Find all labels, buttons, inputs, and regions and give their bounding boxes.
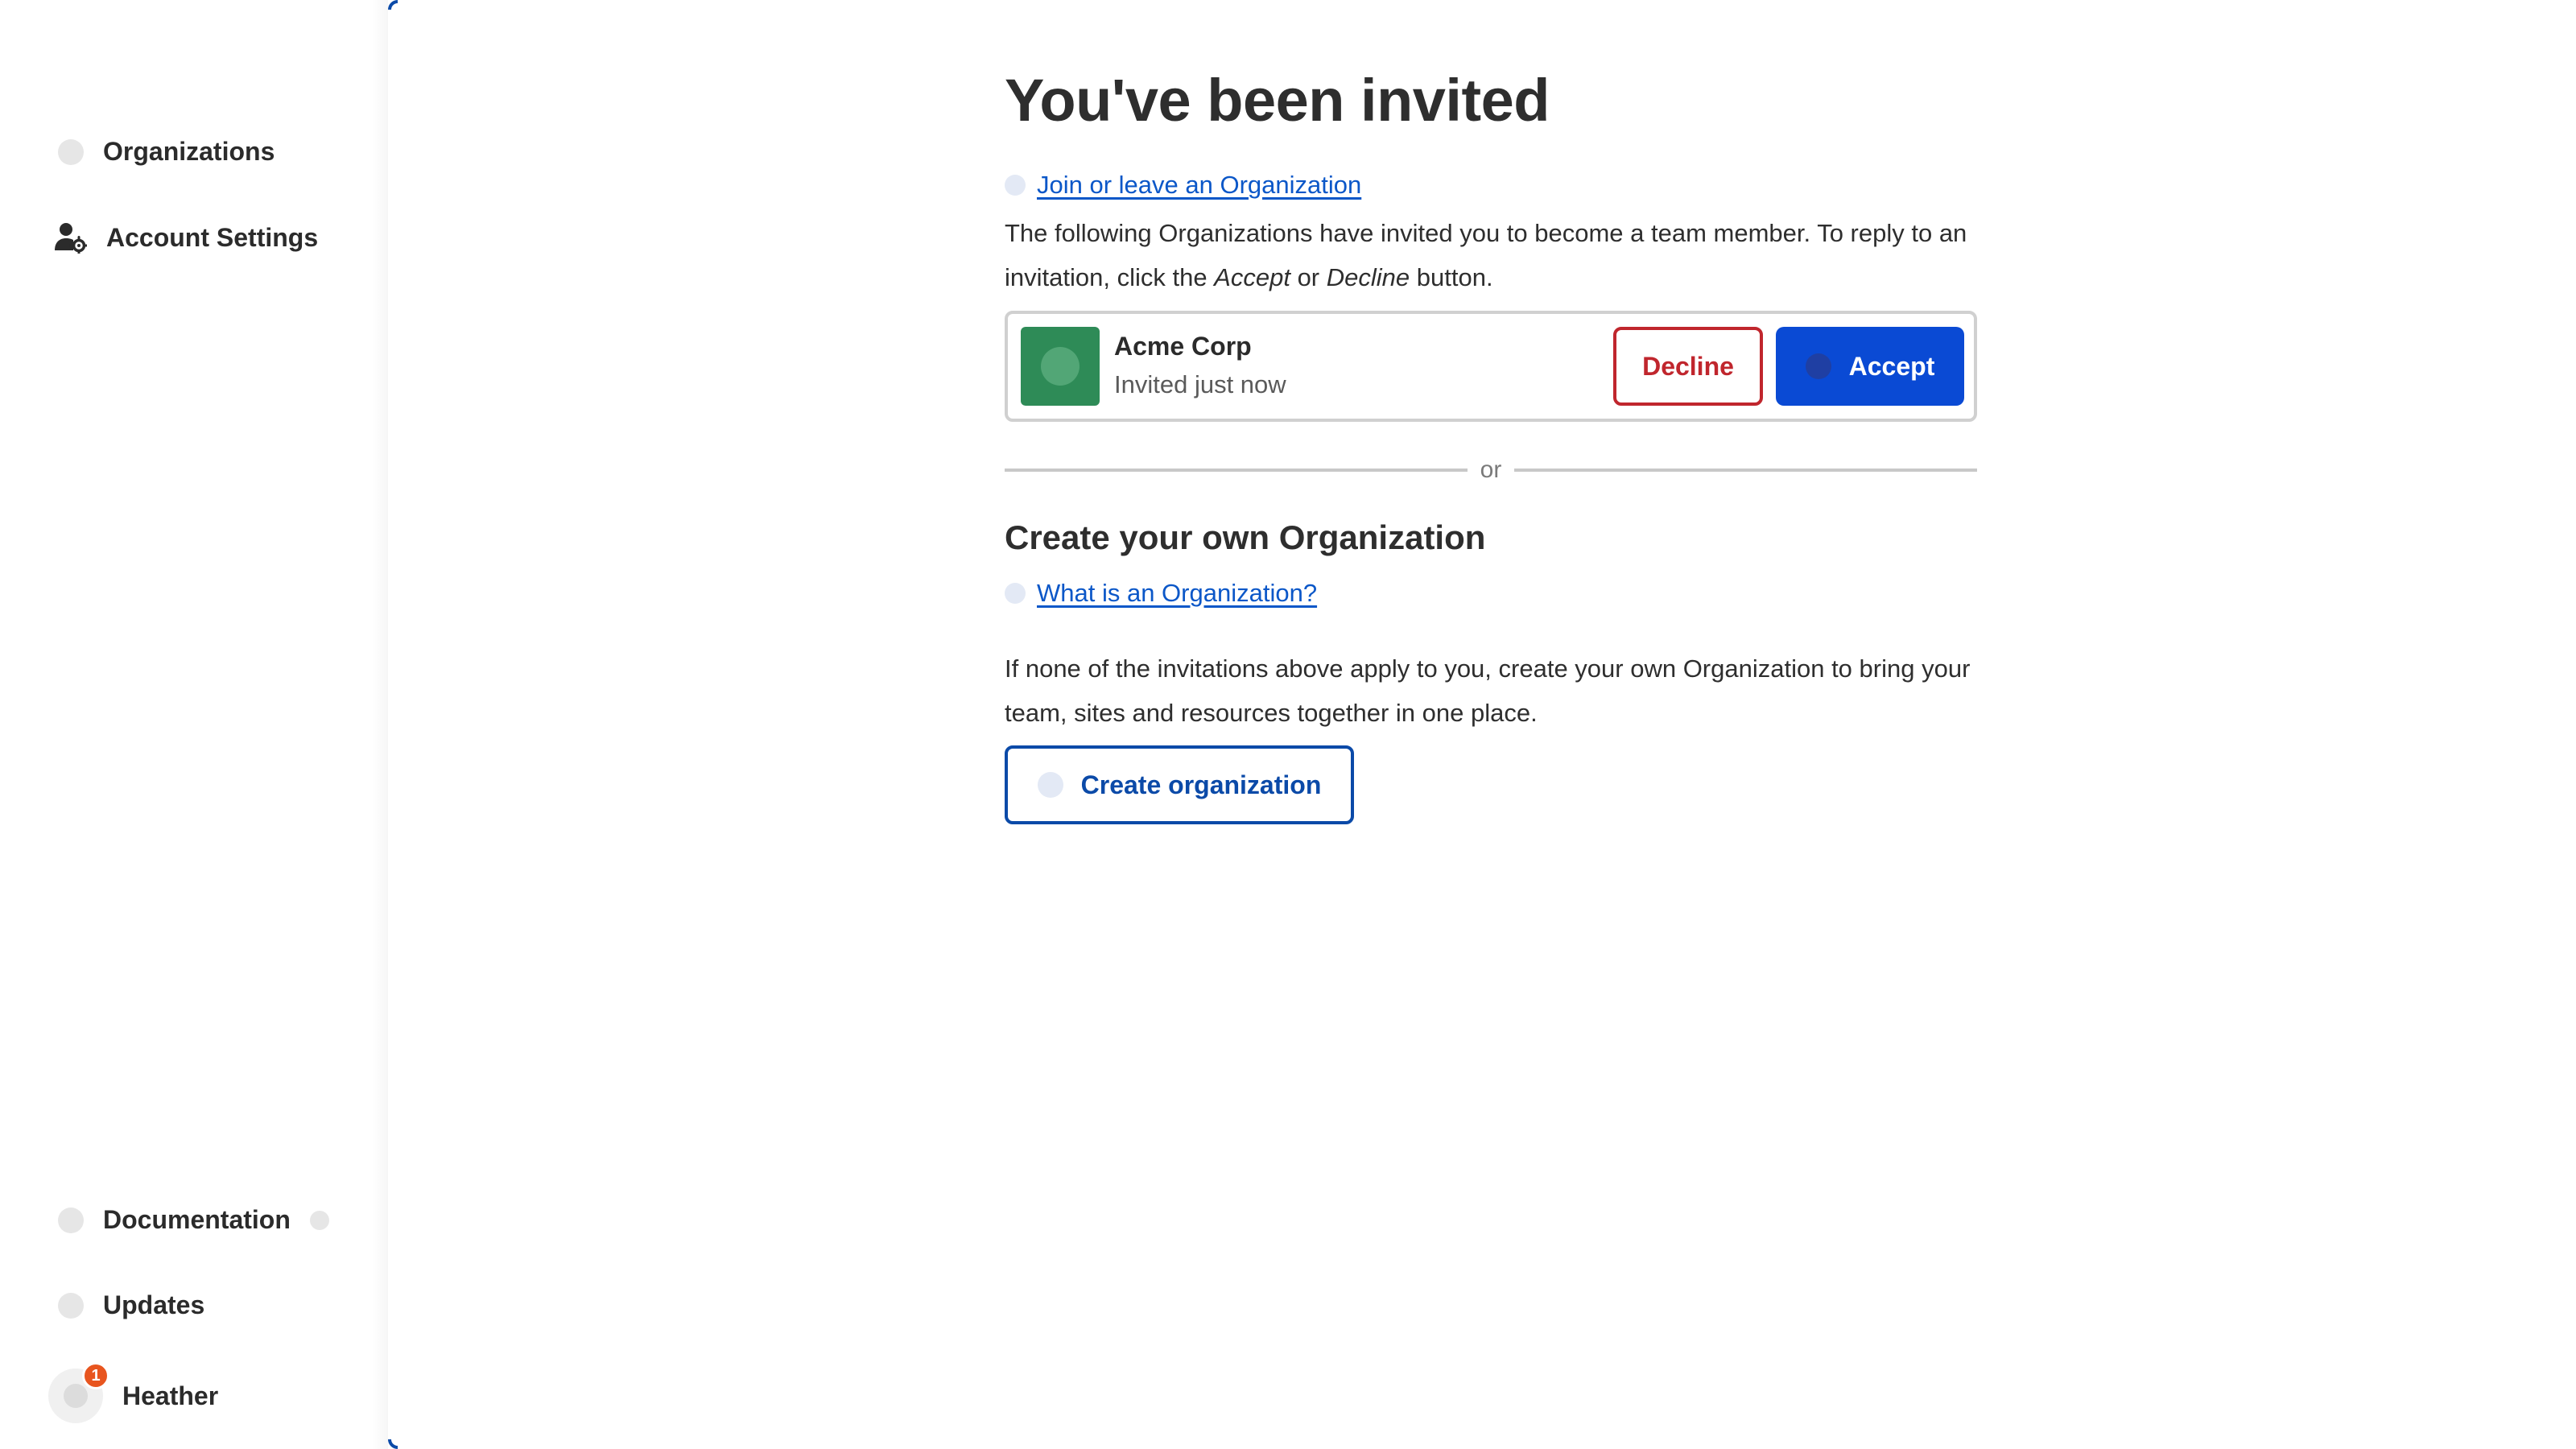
org-logo <box>1021 327 1100 406</box>
accept-button[interactable]: Accept <box>1776 327 1964 406</box>
sidebar-item-label: Updates <box>103 1290 205 1319</box>
divider-line <box>1005 469 1468 472</box>
create-section-title: Create your own Organization <box>1005 518 1486 556</box>
documentation-icon <box>58 1207 84 1233</box>
invite-text-decline: Decline <box>1326 263 1410 291</box>
join-or-leave-link[interactable]: Join or leave an Organization <box>1037 171 1361 200</box>
sidebar-item-label: Organizations <box>103 137 275 166</box>
accept-button-label: Accept <box>1848 351 1935 381</box>
what-is-organization-link[interactable]: What is an Organization? <box>1037 579 1317 608</box>
sidebar-item-organizations[interactable]: Organizations <box>48 137 275 167</box>
sidebar: Organizations Account Settings Documenta… <box>0 0 388 1449</box>
invite-text-or: or <box>1290 263 1327 291</box>
create-description: If none of the invitations above apply t… <box>1005 654 1971 727</box>
notification-badge: 1 <box>82 1362 109 1389</box>
sidebar-item-account-settings[interactable]: Account Settings <box>48 221 318 254</box>
join-help-link-row: Join or leave an Organization <box>1005 171 1361 200</box>
avatar[interactable]: 1 <box>48 1362 109 1423</box>
help-icon <box>1005 583 1026 604</box>
user-icon <box>64 1384 88 1408</box>
external-link-icon <box>309 1210 329 1230</box>
invite-description: The following Organizations have invited… <box>1005 211 1987 299</box>
sidebar-item-label: Documentation <box>103 1205 291 1234</box>
invitation-status: Invited just now <box>1114 370 1286 398</box>
organizations-icon <box>58 138 84 165</box>
sidebar-item-user[interactable]: 1 Heather <box>48 1362 219 1423</box>
plus-icon <box>1037 772 1063 798</box>
content-corner-top <box>388 0 398 10</box>
sidebar-item-label: Account Settings <box>106 222 319 252</box>
create-button-label: Create organization <box>1080 770 1322 799</box>
org-logo-icon <box>1041 347 1080 386</box>
decline-button[interactable]: Decline <box>1613 327 1763 406</box>
or-divider: or <box>1005 456 1977 483</box>
sidebar-item-documentation[interactable]: Documentation <box>48 1205 329 1235</box>
create-organization-button[interactable]: Create organization <box>1005 745 1354 824</box>
invite-text-end: button. <box>1410 263 1493 291</box>
org-name: Acme Corp <box>1114 332 1252 361</box>
page-title: You've been invited <box>1005 67 1550 134</box>
help-icon <box>1005 175 1026 196</box>
content-corner-bottom <box>388 1439 398 1449</box>
what-is-help-link-row: What is an Organization? <box>1005 579 1317 608</box>
user-gear-icon <box>53 221 87 254</box>
updates-icon <box>58 1292 84 1319</box>
divider-line <box>1514 469 1977 472</box>
user-name: Heather <box>122 1381 219 1410</box>
invitation-card: Acme Corp Invited just now Decline Accep… <box>1005 311 1977 422</box>
sidebar-item-updates[interactable]: Updates <box>48 1290 204 1320</box>
divider-text: or <box>1480 456 1502 483</box>
check-icon <box>1805 353 1831 379</box>
sidebar-shadow <box>372 0 388 1449</box>
invite-text-accept: Accept <box>1214 263 1290 291</box>
